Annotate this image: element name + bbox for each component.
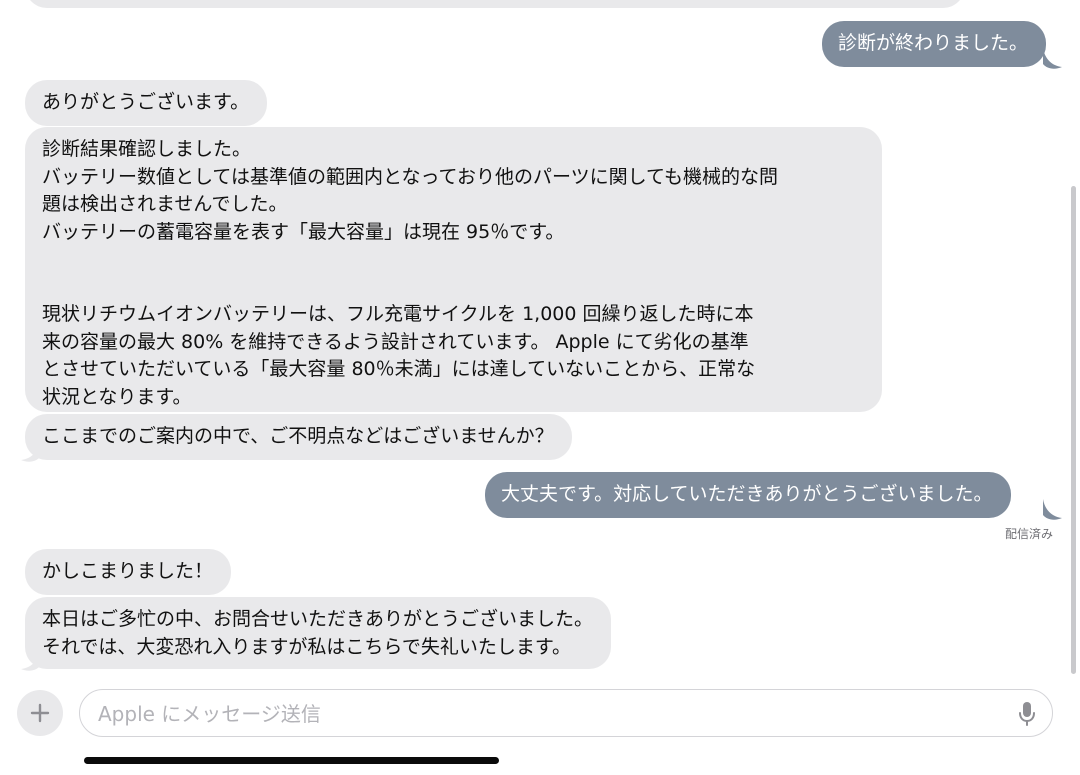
message-bubble-incoming[interactable]: 診断結果確認しました。 バッテリー数値としては基準値の範囲内となっており他のパー… <box>25 127 882 412</box>
message-bubble-incoming[interactable]: 本日はご多忙の中、お問合せいただきありがとうございました。 それでは、大変恐れ入… <box>25 597 612 669</box>
bubble-tail <box>1043 48 1062 69</box>
message-bubble-outgoing[interactable]: 大丈夫です。対応していただきありがとうございました。 <box>485 472 1011 518</box>
plus-icon <box>30 703 50 723</box>
message-input-field[interactable] <box>79 689 1053 737</box>
add-attachment-button[interactable] <box>17 690 63 736</box>
message-bubble-incoming[interactable]: ここまでのご案内の中で、ご不明点などはございませんか？ <box>25 414 572 460</box>
message-input[interactable] <box>96 690 1000 737</box>
message-thread: 診断が終わりました。 ありがとうございます。 診断結果確認しました。 バッテリー… <box>0 0 1080 680</box>
bubble-tail <box>21 650 40 671</box>
message-bubble-incoming[interactable]: ありがとうございます。 <box>25 80 268 126</box>
microphone-icon[interactable] <box>1018 701 1036 727</box>
delivered-status: 配信済み <box>1004 527 1053 541</box>
bubble-tail <box>21 441 40 462</box>
message-bubble-outgoing[interactable]: 診断が終わりました。 <box>822 21 1047 67</box>
message-bubble-incoming[interactable]: かしこまりました！ <box>25 549 232 595</box>
scrollbar[interactable] <box>1071 186 1076 674</box>
message-bubble-partial <box>25 0 965 8</box>
bubble-tail <box>1043 499 1062 520</box>
home-indicator <box>84 757 499 764</box>
